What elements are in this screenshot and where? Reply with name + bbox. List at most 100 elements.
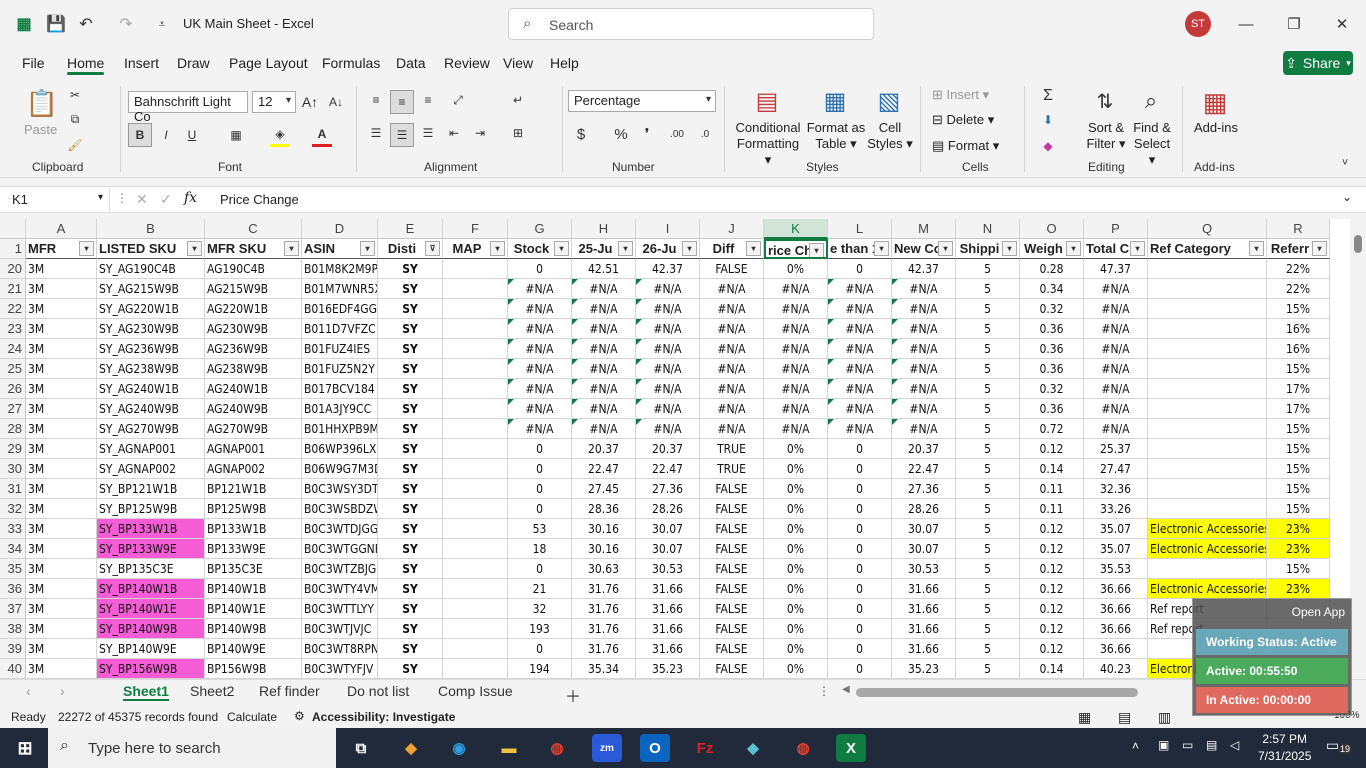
table-cell[interactable]: 0.11: [1020, 499, 1084, 519]
table-cell[interactable]: 5: [956, 639, 1020, 659]
table-cell[interactable]: SY: [378, 459, 443, 479]
table-cell[interactable]: 20.37: [572, 439, 636, 459]
table-cell[interactable]: #N/A: [636, 299, 700, 319]
cut-icon[interactable]: ✂: [66, 86, 84, 104]
header-cell[interactable]: Total C ▾: [1084, 239, 1148, 259]
table-cell[interactable]: 35.34: [572, 659, 636, 679]
table-cell[interactable]: 3M: [26, 419, 97, 439]
table-cell[interactable]: [443, 579, 508, 599]
table-cell[interactable]: 30.07: [892, 539, 956, 559]
table-cell[interactable]: #N/A: [572, 419, 636, 439]
table-cell[interactable]: #N/A: [892, 279, 956, 299]
header-cell[interactable]: 26-Ju ▾: [636, 239, 700, 259]
filter-dropdown-icon[interactable]: ▾: [809, 243, 824, 257]
table-cell[interactable]: [443, 279, 508, 299]
table-cell[interactable]: #N/A: [828, 319, 892, 339]
format-button[interactable]: ▤ Format ▾: [932, 138, 999, 154]
table-cell[interactable]: 0: [828, 539, 892, 559]
table-cell[interactable]: 23%: [1267, 519, 1330, 539]
table-cell[interactable]: SY_AG190C4B: [97, 259, 205, 279]
table-cell[interactable]: B0C3WTGGNF: [302, 539, 378, 559]
table-cell[interactable]: AG220W1B: [205, 299, 302, 319]
filter-dropdown-icon[interactable]: ▾: [682, 241, 697, 256]
table-cell[interactable]: B01M7WNR5X: [302, 279, 378, 299]
restore-button[interactable]: ❐: [1279, 10, 1309, 38]
table-cell[interactable]: 28.26: [892, 499, 956, 519]
table-cell[interactable]: 0%: [764, 539, 828, 559]
table-cell[interactable]: #N/A: [1084, 279, 1148, 299]
table-cell[interactable]: #N/A: [700, 419, 764, 439]
table-cell[interactable]: FALSE: [700, 539, 764, 559]
table-cell[interactable]: 5: [956, 479, 1020, 499]
table-cell[interactable]: 3M: [26, 559, 97, 579]
table-cell[interactable]: 0.32: [1020, 299, 1084, 319]
sort-filter-button[interactable]: Sort & Filter ▾: [1084, 120, 1128, 152]
table-cell[interactable]: 31.76: [572, 599, 636, 619]
filter-dropdown-icon[interactable]: ▾: [1249, 241, 1264, 256]
autosum-icon[interactable]: Σ: [1038, 86, 1058, 106]
table-cell[interactable]: #N/A: [892, 299, 956, 319]
vertical-scrollbar[interactable]: [1350, 219, 1366, 679]
table-cell[interactable]: 5: [956, 259, 1020, 279]
table-cell[interactable]: #N/A: [572, 399, 636, 419]
table-cell[interactable]: #N/A: [508, 419, 572, 439]
table-cell[interactable]: 194: [508, 659, 572, 679]
format-as-table-button[interactable]: Format as Table ▾: [806, 120, 866, 152]
table-cell[interactable]: [443, 319, 508, 339]
middle-align-icon[interactable]: ≡: [390, 90, 414, 114]
table-cell[interactable]: #N/A: [828, 419, 892, 439]
table-cell[interactable]: B0C3WTY4VM: [302, 579, 378, 599]
notifications-icon[interactable]: ▭: [1326, 737, 1339, 754]
name-box[interactable]: K1 ▾: [6, 189, 110, 211]
table-cell[interactable]: 31.66: [636, 639, 700, 659]
table-cell[interactable]: 0: [828, 579, 892, 599]
row-header[interactable]: 33: [0, 519, 26, 539]
tab-data[interactable]: Data: [396, 55, 426, 71]
table-cell[interactable]: [443, 419, 508, 439]
table-cell[interactable]: AG190C4B: [205, 259, 302, 279]
table-cell[interactable]: 3M: [26, 359, 97, 379]
table-cell[interactable]: B017BCV184: [302, 379, 378, 399]
row-header[interactable]: 40: [0, 659, 26, 679]
table-cell[interactable]: SY_AG220W1B: [97, 299, 205, 319]
top-align-icon[interactable]: ≡: [366, 90, 386, 110]
table-cell[interactable]: [1148, 319, 1267, 339]
borders-icon[interactable]: ▦: [226, 123, 246, 147]
table-cell[interactable]: 0.12: [1020, 579, 1084, 599]
table-cell[interactable]: #N/A: [700, 379, 764, 399]
cancel-icon[interactable]: ✕: [136, 191, 148, 208]
table-cell[interactable]: [443, 479, 508, 499]
table-cell[interactable]: 5: [956, 619, 1020, 639]
fill-icon[interactable]: ⬇: [1038, 110, 1058, 130]
table-cell[interactable]: 0%: [764, 639, 828, 659]
table-cell[interactable]: 17%: [1267, 379, 1330, 399]
table-cell[interactable]: 0%: [764, 259, 828, 279]
table-cell[interactable]: #N/A: [828, 359, 892, 379]
table-cell[interactable]: 0%: [764, 499, 828, 519]
table-cell[interactable]: 30.07: [636, 539, 700, 559]
table-cell[interactable]: 31.66: [892, 599, 956, 619]
row-header[interactable]: 1: [0, 239, 26, 259]
table-cell[interactable]: [1148, 459, 1267, 479]
table-cell[interactable]: SY_BP156W9B: [97, 659, 205, 679]
font-color-icon[interactable]: A: [312, 123, 332, 147]
table-cell[interactable]: BP140W9E: [205, 639, 302, 659]
table-cell[interactable]: #N/A: [828, 339, 892, 359]
bold-icon[interactable]: B: [128, 123, 152, 147]
task-view-icon[interactable]: ⧉: [346, 734, 376, 762]
table-cell[interactable]: B06W9G7M3D: [302, 459, 378, 479]
normal-view-icon[interactable]: ▦: [1078, 709, 1091, 726]
table-cell[interactable]: #N/A: [892, 359, 956, 379]
tab-help[interactable]: Help: [550, 55, 579, 71]
table-cell[interactable]: SY_BP140W1E: [97, 599, 205, 619]
table-cell[interactable]: 23%: [1267, 539, 1330, 559]
table-cell[interactable]: 3M: [26, 499, 97, 519]
header-cell[interactable]: 25-Ju ▾: [572, 239, 636, 259]
table-cell[interactable]: B0C3WSBDZW: [302, 499, 378, 519]
table-cell[interactable]: 36.66: [1084, 599, 1148, 619]
windows-start-icon[interactable]: ⊞: [10, 734, 40, 762]
table-cell[interactable]: 0.36: [1020, 359, 1084, 379]
table-cell[interactable]: #N/A: [700, 359, 764, 379]
table-cell[interactable]: [443, 379, 508, 399]
table-cell[interactable]: 3M: [26, 619, 97, 639]
